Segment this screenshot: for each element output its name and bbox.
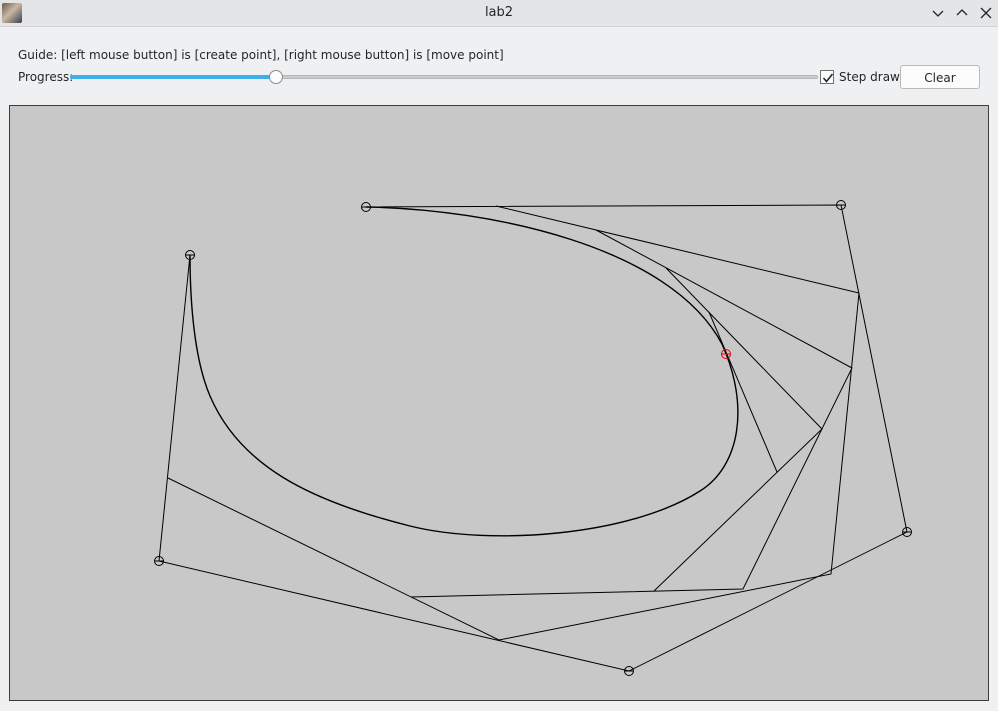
title-bar[interactable]: lab2 — [0, 0, 998, 27]
control-point[interactable] — [361, 202, 371, 212]
bezier-curve — [189, 206, 739, 537]
control-point[interactable] — [836, 200, 846, 210]
progress-label: Progress: — [18, 70, 74, 84]
construction-level-4 — [708, 311, 778, 473]
control-polygon — [158, 204, 908, 672]
guide-text: Guide: [left mouse button] is [create po… — [18, 48, 504, 62]
close-button[interactable] — [976, 3, 996, 23]
construction-level-3 — [653, 267, 823, 592]
clear-button[interactable]: Clear — [900, 65, 980, 89]
progress-slider[interactable] — [70, 70, 818, 84]
close-icon — [980, 7, 992, 19]
chevron-down-icon — [932, 10, 944, 17]
control-point[interactable] — [902, 527, 912, 537]
chevron-up-icon — [956, 9, 968, 16]
step-draw-checkbox[interactable] — [820, 70, 834, 84]
window-title: lab2 — [484, 5, 514, 20]
control-point[interactable] — [624, 666, 634, 676]
step-draw-label[interactable]: Step draw — [839, 70, 900, 84]
slider-handle[interactable] — [268, 70, 283, 84]
checkmark-icon — [822, 73, 834, 83]
minimize-button[interactable] — [928, 3, 948, 23]
slider-fill — [70, 75, 276, 79]
construction-level-2 — [410, 229, 853, 598]
construction-level-1 — [167, 205, 860, 641]
drawing-canvas[interactable] — [9, 105, 989, 701]
maximize-button[interactable] — [952, 3, 972, 23]
